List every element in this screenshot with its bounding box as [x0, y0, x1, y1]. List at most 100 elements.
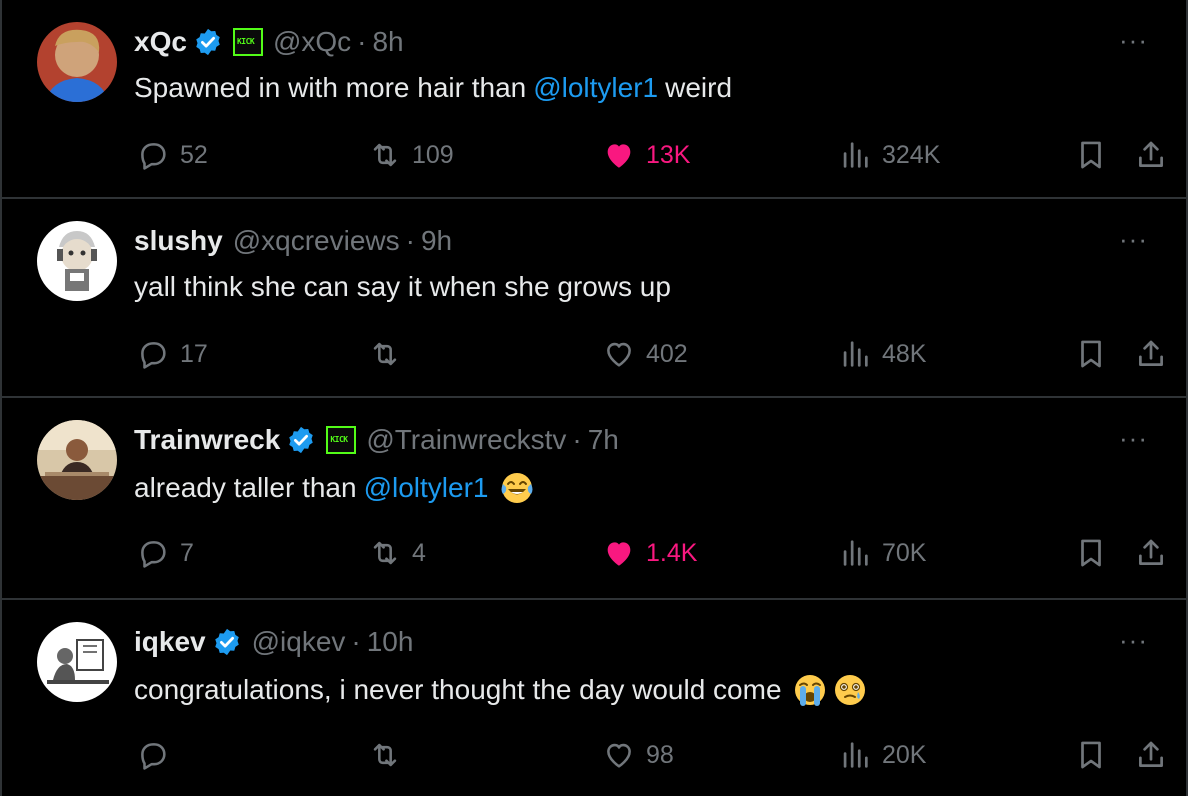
avatar-xqc: [37, 22, 117, 102]
views-button[interactable]: 48K: [838, 333, 926, 375]
views-button[interactable]: 70K: [838, 532, 926, 574]
like-count: 98: [646, 740, 674, 769]
like-count: 13K: [646, 140, 691, 169]
share-icon: [1139, 539, 1163, 565]
tweet[interactable]: Trainwreck KICK @Trainwreckstv · 7h ··· …: [0, 398, 1188, 600]
tweet-text-before: already taller than: [134, 472, 357, 503]
reply-icon: [141, 743, 166, 770]
handle[interactable]: @iqkev: [252, 626, 346, 658]
views-icon: [843, 742, 868, 768]
reply-icon: [141, 342, 166, 369]
separator-dot: ·: [357, 26, 367, 57]
separator-dot: ·: [351, 626, 361, 657]
retweet-button[interactable]: [368, 734, 412, 776]
tweet-text: yall think she can say it when she grows…: [134, 271, 671, 303]
bookmark-icon: [1081, 141, 1101, 169]
bookmark-button[interactable]: [1074, 333, 1108, 375]
bookmark-button[interactable]: [1074, 734, 1108, 776]
timestamp[interactable]: 7h: [588, 424, 619, 456]
retweet-icon: [373, 342, 397, 366]
reply-icon: [141, 143, 166, 170]
more-icon[interactable]: ···: [1119, 27, 1148, 53]
handle[interactable]: @xqcreviews: [233, 225, 400, 257]
views-icon: [843, 142, 868, 168]
bookmark-button[interactable]: [1074, 134, 1108, 176]
tweet[interactable]: iqkev @iqkev · 10h ··· congratulations, …: [0, 600, 1188, 796]
share-button[interactable]: [1134, 333, 1168, 375]
avatar-trainwreck: [37, 420, 117, 500]
tweet-header: Trainwreck KICK @Trainwreckstv · 7h: [134, 420, 619, 460]
share-button[interactable]: [1134, 532, 1168, 574]
like-button[interactable]: 402: [602, 333, 688, 375]
share-icon: [1139, 741, 1163, 767]
separator-dot: ·: [572, 424, 582, 455]
like-button[interactable]: 13K: [602, 134, 690, 176]
retweet-icon: [373, 143, 397, 167]
like-button[interactable]: 1.4K: [602, 532, 697, 574]
retweet-button[interactable]: 4: [368, 532, 426, 574]
tears-of-joy-emoji-icon: [499, 470, 535, 506]
like-count: 1.4K: [646, 538, 698, 567]
handle[interactable]: @Trainwreckstv: [366, 424, 566, 456]
retweet-button[interactable]: [368, 333, 412, 375]
more-icon[interactable]: ···: [1119, 226, 1148, 252]
tweet-text-after: weird: [665, 72, 733, 103]
kick-badge-label: KICK: [330, 435, 348, 444]
display-name[interactable]: slushy: [134, 225, 223, 257]
timestamp[interactable]: 9h: [421, 225, 452, 257]
avatar[interactable]: [37, 420, 117, 500]
view-count: 48K: [882, 339, 927, 368]
loudly-crying-emoji-icon: [792, 672, 828, 708]
heart-filled-icon: [607, 144, 631, 168]
retweet-count: 4: [412, 538, 426, 567]
reply-count: 7: [180, 538, 194, 567]
tweet-feed: xQc KICK @xQc · 8h ··· Spawned in with m…: [0, 0, 1188, 796]
reply-button[interactable]: 7: [136, 532, 194, 574]
tweet-text-before: yall think she can say it when she grows…: [134, 271, 671, 302]
avatar[interactable]: [37, 221, 117, 301]
verified-badge-icon: [193, 27, 223, 57]
reply-button[interactable]: [136, 734, 180, 776]
view-count: 324K: [882, 140, 941, 169]
bookmark-icon: [1081, 539, 1101, 567]
retweet-button[interactable]: 109: [368, 134, 454, 176]
reply-button[interactable]: 17: [136, 333, 208, 375]
holding-back-tears-emoji-icon: [832, 672, 868, 708]
tweet[interactable]: xQc KICK @xQc · 8h ··· Spawned in with m…: [0, 0, 1188, 199]
share-button[interactable]: [1134, 134, 1168, 176]
more-icon[interactable]: ···: [1119, 425, 1148, 451]
reply-button[interactable]: 52: [136, 134, 208, 176]
avatar[interactable]: [37, 22, 117, 102]
tweet-text: already taller than @loltyler1: [134, 470, 535, 506]
like-count: 402: [646, 339, 688, 368]
retweet-count: 109: [412, 140, 454, 169]
bookmark-button[interactable]: [1074, 532, 1108, 574]
like-button[interactable]: 98: [602, 734, 674, 776]
retweet-icon: [373, 541, 397, 565]
mention-link[interactable]: @loltyler1: [533, 72, 658, 104]
action-bar: 17 402 48K: [2, 333, 1188, 375]
share-button[interactable]: [1134, 734, 1168, 776]
mention-link[interactable]: @loltyler1: [364, 472, 489, 504]
more-icon[interactable]: ···: [1119, 627, 1148, 653]
heart-icon: [607, 342, 631, 367]
tweet-text: congratulations, i never thought the day…: [134, 672, 868, 708]
avatar[interactable]: [37, 622, 117, 702]
tweet[interactable]: slushy @xqcreviews · 9h ··· yall think s…: [0, 199, 1188, 398]
tweet-text: Spawned in with more hair than @loltyler…: [134, 72, 732, 104]
display-name[interactable]: xQc: [134, 26, 187, 58]
timestamp[interactable]: 10h: [367, 626, 414, 658]
handle[interactable]: @xQc: [273, 26, 351, 58]
tweet-text-before: congratulations, i never thought the day…: [134, 674, 782, 705]
display-name[interactable]: iqkev: [134, 626, 206, 658]
display-name[interactable]: Trainwreck: [134, 424, 280, 456]
views-icon: [843, 341, 868, 367]
action-bar: 7 4 1.4K 70K: [2, 532, 1188, 574]
views-button[interactable]: 20K: [838, 734, 926, 776]
tweet-header: slushy @xqcreviews · 9h: [134, 221, 452, 261]
kick-badge-icon: KICK: [232, 28, 263, 56]
reply-count: 17: [180, 339, 208, 368]
views-button[interactable]: 324K: [838, 134, 940, 176]
heart-icon: [607, 743, 631, 768]
timestamp[interactable]: 8h: [372, 26, 403, 58]
